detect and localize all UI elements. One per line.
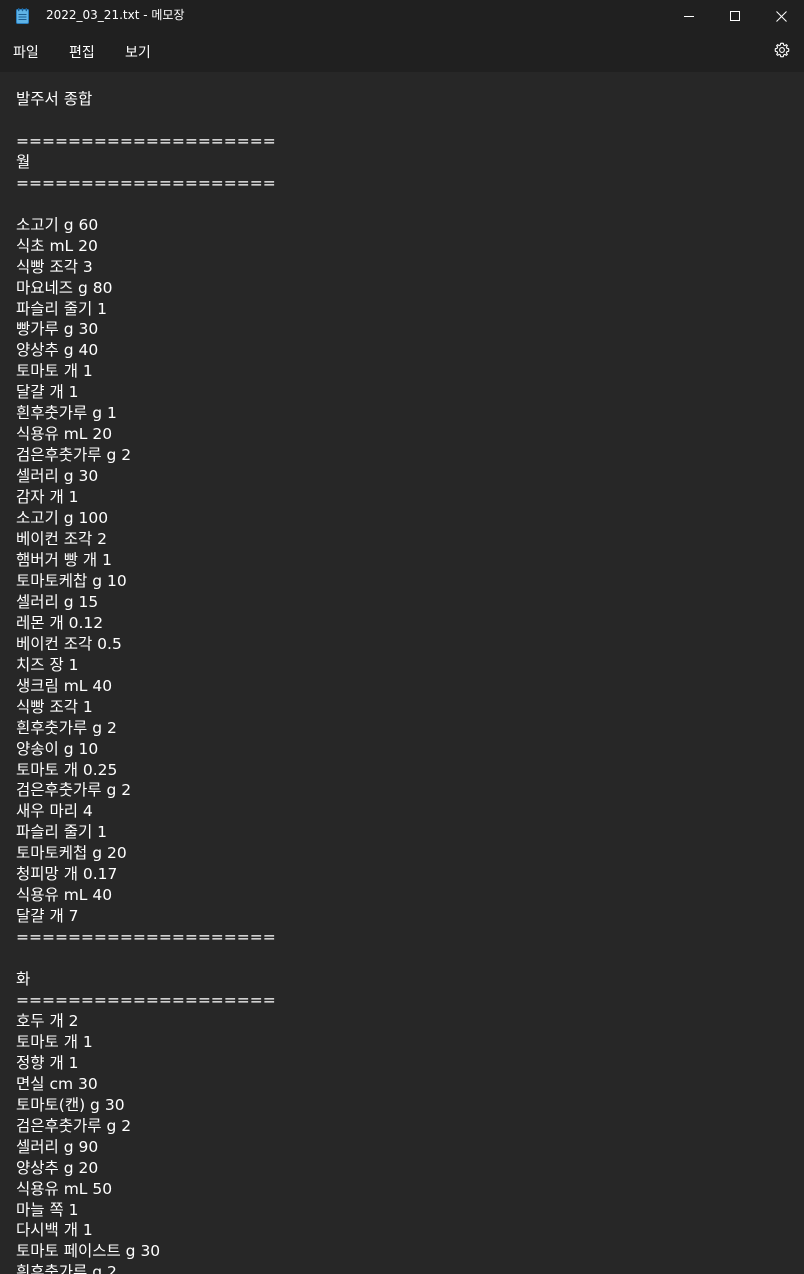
text-line: 베이컨 조각 0.5 <box>16 634 122 653</box>
text-line: 달걀 개 7 <box>16 907 79 926</box>
settings-button[interactable] <box>766 36 798 68</box>
text-line: ==================== <box>16 173 276 192</box>
text-line: 햄버거 빵 개 1 <box>16 550 112 569</box>
text-line: 흰후춧가루 g 1 <box>16 404 117 423</box>
minimize-icon <box>684 11 694 21</box>
menu-view[interactable]: 보기 <box>125 32 151 72</box>
close-button[interactable] <box>758 0 804 32</box>
gear-icon <box>774 42 790 62</box>
text-line: 토마토 개 1 <box>16 1032 93 1051</box>
text-line: 토마토케첩 g 20 <box>16 844 127 863</box>
window-title: 2022_03_21.txt - 메모장 <box>46 8 185 22</box>
text-line: 마요네즈 g 80 <box>16 278 113 297</box>
maximize-button[interactable] <box>712 0 758 32</box>
text-line: 파슬리 줄기 1 <box>16 299 108 318</box>
text-line: 빵가루 g 30 <box>16 320 99 339</box>
text-line: 검은후춧가루 g 2 <box>16 1116 132 1135</box>
text-line: 소고기 g 100 <box>16 509 109 528</box>
text-line: 달걀 개 1 <box>16 383 79 402</box>
text-line: 치즈 장 1 <box>16 655 79 674</box>
text-line: 토마토(캔) g 30 <box>16 1095 125 1114</box>
text-line: 화 <box>16 970 31 989</box>
close-icon <box>775 10 787 22</box>
text-line: 식초 mL 20 <box>16 236 98 255</box>
text-line: 식빵 조각 3 <box>16 257 93 276</box>
text-line: 셀러리 g 30 <box>16 467 99 486</box>
text-line: 흰후춧가루 g 2 <box>16 718 117 737</box>
text-line: 검은후춧가루 g 2 <box>16 781 132 800</box>
minimize-button[interactable] <box>666 0 712 32</box>
text-line: 셀러리 g 15 <box>16 592 99 611</box>
text-line: 식빵 조각 1 <box>16 697 93 716</box>
text-line: 식용유 mL 40 <box>16 886 113 905</box>
text-line: 정향 개 1 <box>16 1053 79 1072</box>
text-line: 월 <box>16 152 31 171</box>
text-line: 식용유 mL 20 <box>16 425 113 444</box>
title-bar: 2022_03_21.txt - 메모장 <box>0 0 804 32</box>
text-line: 새우 마리 4 <box>16 802 93 821</box>
text-line: 감자 개 1 <box>16 488 79 507</box>
text-line: 흰후춧가루 g 2 <box>16 1263 117 1274</box>
notepad-icon <box>16 8 29 24</box>
text-line: 토마토 페이스트 g 30 <box>16 1242 161 1261</box>
menu-file[interactable]: 파일 <box>13 32 39 72</box>
text-line: 면실 cm 30 <box>16 1074 98 1093</box>
document-text: 발주서 종합 ==================== 월 ==========… <box>16 89 276 1274</box>
text-line: 양송이 g 10 <box>16 739 99 758</box>
text-line: 호두 개 2 <box>16 1011 79 1030</box>
text-line: 발주서 종합 <box>16 90 93 108</box>
text-line: 양상추 g 40 <box>16 341 99 360</box>
text-line: 식용유 mL 50 <box>16 1179 113 1198</box>
text-line: 다시백 개 1 <box>16 1221 93 1240</box>
text-line: 셀러리 g 90 <box>16 1137 99 1156</box>
text-line: 파슬리 줄기 1 <box>16 823 108 842</box>
text-line: 마늘 쪽 1 <box>16 1200 79 1219</box>
text-line: 검은후춧가루 g 2 <box>16 446 132 465</box>
text-line: 토마토 개 0.25 <box>16 760 118 779</box>
text-line: 레몬 개 0.12 <box>16 613 104 632</box>
text-line: 토마토케찹 g 10 <box>16 571 127 590</box>
text-line: 생크림 mL 40 <box>16 676 113 695</box>
text-line: 베이컨 조각 2 <box>16 530 108 549</box>
text-editor[interactable]: 발주서 종합 ==================== 월 ==========… <box>0 72 804 1274</box>
text-line: ==================== <box>16 990 276 1009</box>
text-line: 청피망 개 0.17 <box>16 865 118 884</box>
menu-bar: 파일 편집 보기 <box>0 32 804 72</box>
menu-edit[interactable]: 편집 <box>69 32 95 72</box>
text-line: 양상추 g 20 <box>16 1158 99 1177</box>
text-line: ==================== <box>16 928 276 947</box>
text-line: 소고기 g 60 <box>16 215 99 234</box>
text-line: ==================== <box>16 131 276 150</box>
maximize-icon <box>730 11 740 21</box>
text-line: 토마토 개 1 <box>16 362 93 381</box>
